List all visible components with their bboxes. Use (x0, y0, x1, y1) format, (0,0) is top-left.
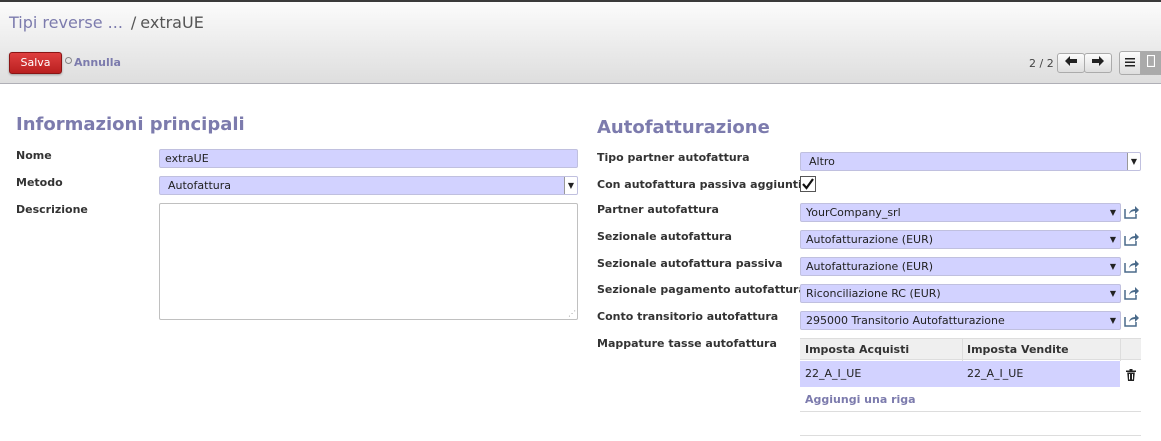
resize-handle-icon[interactable]: ⋰ (568, 310, 576, 318)
journal-passive-value: Autofatturazione (EUR) (806, 260, 934, 273)
partner-select[interactable]: YourCompany_srl ▼ (800, 203, 1121, 222)
breadcrumb: Tipi reverse ... / extraUE (9, 13, 204, 32)
external-link-icon[interactable] (1124, 232, 1140, 246)
method-select[interactable]: Autofattura ▼ (159, 176, 578, 195)
control-panel: Tipi reverse ... / extraUE Salva Annulla 2… (0, 0, 1161, 84)
chevron-down-icon: ▼ (1109, 235, 1116, 244)
cancel-link[interactable]: Annulla (74, 56, 121, 69)
chevron-down-icon: ▼ (1127, 153, 1140, 170)
form-view-icon[interactable] (1140, 51, 1161, 75)
external-link-icon[interactable] (1124, 259, 1140, 273)
section-title-main: Informazioni principali (16, 114, 245, 135)
form-sheet: Informazioni principali Nome extraUE Met… (0, 85, 1161, 441)
description-textarea[interactable]: ⋰ (159, 203, 578, 320)
external-link-icon[interactable] (1124, 205, 1140, 219)
sale-tax-cell[interactable]: 22_A_I_UE (962, 361, 1023, 387)
name-input[interactable]: extraUE (159, 149, 578, 168)
partner-label: Partner autofattura (597, 203, 719, 216)
tax-mapping-label: Mappature tasse autofattura (597, 337, 777, 350)
arrow-right-icon[interactable] (1084, 53, 1112, 73)
chevron-down-icon: ▼ (1109, 208, 1116, 217)
chevron-down-icon: ▼ (1109, 316, 1116, 325)
purchase-tax-cell[interactable]: 22_A_I_UE (800, 361, 861, 387)
passive-checkbox[interactable] (800, 176, 816, 192)
payment-journal-value: Riconciliazione RC (EUR) (806, 287, 941, 300)
table-row[interactable]: 22_A_I_UE 22_A_I_UE (800, 361, 1120, 387)
breadcrumb-separator: / (130, 13, 137, 32)
journal-label: Sezionale autofattura (597, 230, 732, 243)
column-divider (1120, 339, 1121, 361)
partner-type-select[interactable]: Altro ▼ (800, 152, 1141, 171)
journal-passive-label: Sezionale autofattura passiva (597, 257, 783, 270)
or-separator (65, 57, 72, 64)
passive-label: Con autofattura passiva aggiuntiva (597, 178, 817, 191)
table-header: Imposta Acquisti Imposta Vendite (800, 338, 1141, 361)
section-title-self-invoice: Autofatturazione (597, 117, 770, 138)
method-label: Metodo (16, 176, 63, 189)
description-label: Descrizione (16, 203, 88, 216)
journal-select[interactable]: Autofatturazione (EUR) ▼ (800, 230, 1121, 249)
transit-account-value: 295000 Transitorio Autofatturazione (806, 314, 1005, 327)
name-value: extraUE (165, 152, 209, 165)
transit-account-select[interactable]: 295000 Transitorio Autofatturazione ▼ (800, 311, 1121, 330)
external-link-icon[interactable] (1124, 313, 1140, 327)
transit-account-label: Conto transitorio autofattura (597, 310, 779, 323)
journal-passive-select[interactable]: Autofatturazione (EUR) ▼ (800, 257, 1121, 276)
payment-journal-select[interactable]: Riconciliazione RC (EUR) ▼ (800, 284, 1121, 303)
partner-value: YourCompany_srl (806, 206, 901, 219)
external-link-icon[interactable] (1124, 286, 1140, 300)
breadcrumb-current: extraUE (140, 13, 204, 32)
chevron-down-icon: ▼ (564, 177, 577, 194)
list-view-icon[interactable] (1119, 51, 1141, 75)
breadcrumb-parent-link[interactable]: Tipi reverse ... (9, 13, 123, 32)
trash-icon[interactable] (1126, 369, 1136, 381)
chevron-down-icon: ▼ (1109, 289, 1116, 298)
journal-value: Autofatturazione (EUR) (806, 233, 934, 246)
add-line-link[interactable]: Aggiungi una riga (805, 393, 916, 406)
arrow-left-icon[interactable] (1057, 53, 1085, 73)
table-separator (800, 411, 1141, 412)
name-label: Nome (16, 149, 52, 162)
column-header-purchase-tax[interactable]: Imposta Acquisti (800, 339, 909, 360)
column-header-sale-tax[interactable]: Imposta Vendite (962, 339, 1069, 360)
top-border (0, 0, 1161, 2)
table-footer-separator (800, 435, 1141, 436)
partner-type-label: Tipo partner autofattura (597, 151, 750, 164)
chevron-down-icon: ▼ (1109, 262, 1116, 271)
partner-type-value: Altro (809, 155, 835, 168)
save-button[interactable]: Salva (9, 52, 62, 74)
payment-journal-label: Sezionale pagamento autofattura (597, 283, 806, 296)
checkmark-icon (802, 178, 814, 190)
method-value: Autofattura (168, 179, 232, 192)
pager-value[interactable]: 2 / 2 (1029, 57, 1054, 70)
